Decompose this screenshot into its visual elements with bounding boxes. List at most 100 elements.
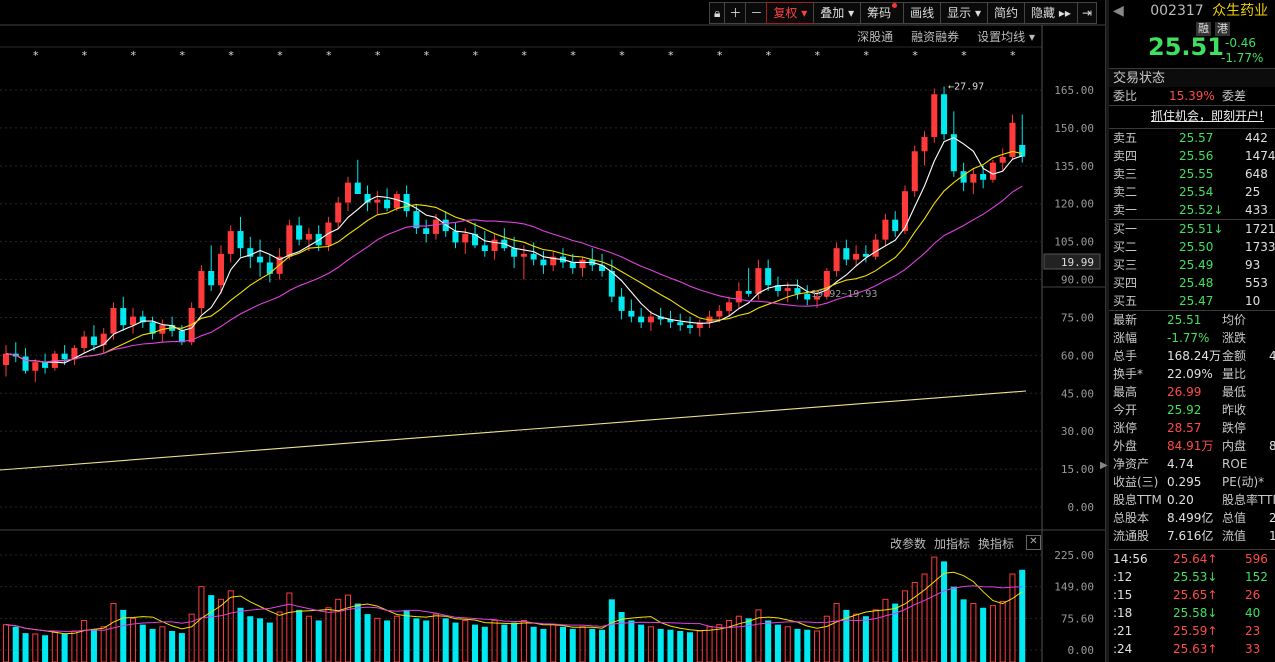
ma-settings-link[interactable]: 设置均线 ▾ <box>977 28 1035 45</box>
candle-body <box>81 336 88 348</box>
event-marker: * <box>374 49 381 62</box>
stat-value: -1.77% <box>1167 331 1210 345</box>
collapse-panel-icon[interactable]: ▶ <box>1100 460 1108 478</box>
stat-value: 1 <box>1269 529 1275 543</box>
collapse-toolbar-icon[interactable]: ⇥ <box>1076 2 1097 24</box>
volume-bar <box>989 605 996 662</box>
volume-bar <box>442 618 449 662</box>
volume-bar <box>403 609 410 662</box>
volume-bar <box>22 633 29 662</box>
tick-row: :18 25.58↓ 40 <box>1109 604 1275 622</box>
volume-bar <box>696 630 703 662</box>
volume-bar <box>129 617 137 662</box>
ask-level-label: 卖三 <box>1113 167 1138 181</box>
kline-chart-area[interactable]: 165.00 150.00 135.00 120.00 105.00 90.00 75.00… <box>0 0 1105 662</box>
hide-button[interactable]: 隐藏 ▸▸ <box>1024 2 1078 24</box>
ask-level-row: 卖三 25.55 648 <box>1109 165 1275 183</box>
candle-body <box>950 134 957 172</box>
bid-price: 25.50 <box>1179 240 1214 254</box>
candle-body <box>110 308 117 334</box>
trade-status-bar[interactable]: 交易状态 <box>1109 68 1275 87</box>
price-axis-label: 135.00 <box>1054 160 1094 173</box>
chips-button[interactable]: 筹码 <box>860 2 905 24</box>
volume-bar <box>686 632 694 662</box>
event-marker: * <box>863 49 870 62</box>
quote-stat-row: 最新 25.51 均价 <box>1109 311 1275 329</box>
lock-icon[interactable]: 🔒︎ <box>709 2 726 24</box>
stat-value: 8 <box>1269 439 1275 453</box>
volume-bar <box>354 603 361 662</box>
tick-price: 25.59↑ <box>1173 624 1218 638</box>
zoom-in-icon[interactable]: ＋ <box>724 2 747 24</box>
volume-bar <box>960 599 967 662</box>
volume-axis-label: 225.00 <box>1054 549 1094 562</box>
stat-label: 股息TTM <box>1113 493 1162 507</box>
draw-line-label: 画线 <box>910 6 935 20</box>
volume-bar <box>823 615 830 662</box>
tick-row: :12 25.53↓ 152 <box>1109 568 1275 586</box>
stat-label: 金额 <box>1222 349 1247 363</box>
simple-button[interactable]: 简约 <box>987 2 1026 24</box>
ask-level-row: 卖一 25.52↓ 433 <box>1109 201 1275 219</box>
volume-bar <box>452 622 459 662</box>
volume-bar <box>901 590 909 662</box>
quote-stat-row: 最高 26.99 最低 <box>1109 383 1275 401</box>
tick-price: 25.58↓ <box>1173 606 1218 620</box>
draw-line-button[interactable]: 画线 <box>903 2 942 24</box>
stat-label: 净资产 <box>1113 457 1150 471</box>
switch-indicator-link[interactable]: 换指标 <box>978 535 1014 552</box>
edit-params-link[interactable]: 改参数 <box>890 535 926 552</box>
last-price: 25.51 <box>1148 33 1224 61</box>
price-change-pct: -1.77% <box>1221 51 1264 65</box>
volume-bar <box>862 616 869 662</box>
volume-bar <box>520 619 527 662</box>
tick-row: 14:56 25.64↑ 596 <box>1109 550 1275 568</box>
stat-label: 股息率TTM <box>1222 493 1275 507</box>
ask-volume: 25 <box>1245 185 1261 199</box>
add-indicator-link[interactable]: 加指标 <box>934 535 970 552</box>
price-axis-label: 120.00 <box>1054 198 1094 211</box>
price-change: -0.46 <box>1225 36 1257 50</box>
volume-bar <box>12 626 19 662</box>
candle-body <box>530 253 537 260</box>
close-indicator-icon[interactable]: ✕ <box>1026 535 1041 550</box>
tick-time: :21 <box>1113 624 1133 638</box>
display-button[interactable]: 显示 ▾ <box>940 2 989 24</box>
volume-bar <box>90 628 97 662</box>
stat-value: 4 <box>1269 349 1275 363</box>
candle-body <box>2 353 10 366</box>
event-marker: * <box>814 49 821 62</box>
promo-banner[interactable]: 抓住机会，即刻开户! <box>1109 105 1275 126</box>
candle-body <box>892 219 899 232</box>
volume-bar <box>51 631 58 662</box>
bid-volume: 1733 <box>1245 240 1275 254</box>
weibi-row: 委比 15.39% 委差 <box>1109 87 1275 105</box>
weicha-label: 委差 <box>1222 89 1247 103</box>
price-axis-label: 90.00 <box>1061 274 1094 287</box>
tick-row: :15 25.65↑ 26 <box>1109 586 1275 604</box>
price-axis-label: 45.00 <box>1061 387 1094 400</box>
fuquan-button[interactable]: 复权 ▾ <box>766 2 815 24</box>
back-icon[interactable]: ◀ <box>1113 3 1124 19</box>
stat-value: 2 <box>1269 511 1275 525</box>
hk-connect-link[interactable]: 深股通 <box>857 28 893 45</box>
candle-body <box>335 202 342 223</box>
volume-axis-label: 149.00 <box>1054 581 1094 594</box>
tick-price: 25.63↑ <box>1173 642 1218 656</box>
candle-body <box>481 245 488 252</box>
price-axis-label: 30.00 <box>1061 425 1094 438</box>
candle-body <box>227 231 234 254</box>
margin-trading-link[interactable]: 融资融券 <box>911 28 959 45</box>
volume-bar <box>286 592 293 662</box>
stat-label: 量比 <box>1222 367 1247 381</box>
volume-bar <box>941 561 948 662</box>
stat-value: 28.57 <box>1167 421 1202 435</box>
volume-bar <box>413 618 420 662</box>
zoom-out-icon[interactable]: － <box>745 2 768 24</box>
kline-chart[interactable]: 165.00 150.00 135.00 120.00 105.00 90.00 75.00… <box>0 0 1105 662</box>
stat-label: 总值 <box>1222 511 1247 525</box>
volume-bar <box>227 590 234 662</box>
volume-bar <box>384 620 391 662</box>
volume-bar <box>833 603 840 662</box>
overlay-button[interactable]: 叠加 ▾ <box>813 2 862 24</box>
